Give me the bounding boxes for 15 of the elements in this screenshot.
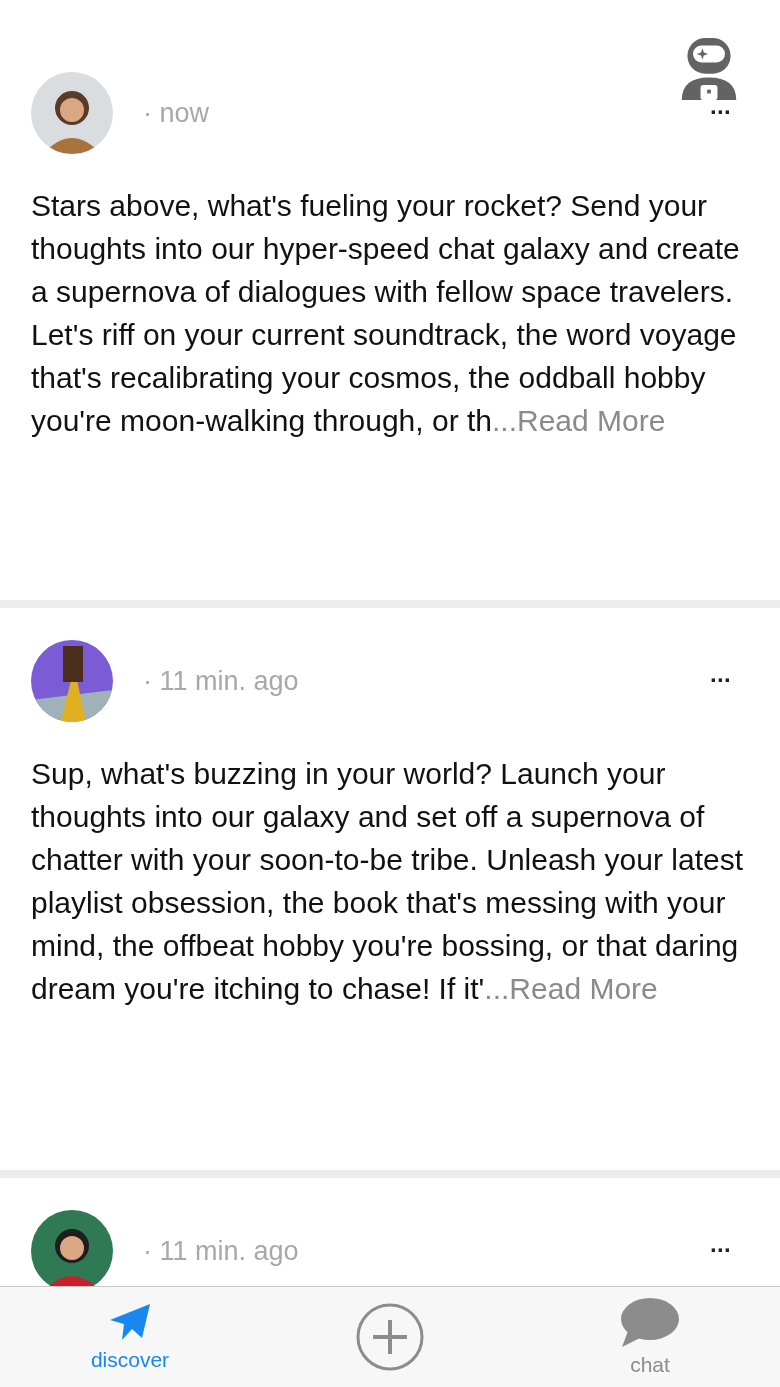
post-time: · 11 min. ago xyxy=(143,665,299,697)
read-more-link[interactable]: ...Read More xyxy=(492,404,666,437)
more-menu[interactable]: ··· xyxy=(710,1238,731,1262)
speech-bubble-icon xyxy=(620,1297,680,1349)
post-time: · 11 min. ago xyxy=(143,1235,299,1267)
more-menu[interactable]: ··· xyxy=(710,668,731,692)
add-button[interactable] xyxy=(355,1302,425,1372)
discover-tab[interactable]: discover xyxy=(90,1302,170,1372)
post-time: · now xyxy=(143,97,210,129)
more-menu[interactable]: ··· xyxy=(710,100,731,124)
post-text: Stars above, what's fueling your rocket? Send your thoughts into our hyper-speed chat galaxy and create a supernova of dialogues with fellow space travelers. Let's riff on your current soundtrack, the word voyage that's recalibrating your cosmos, the oddball hobby you're moon-walking through, or th...Read More xyxy=(31,188,741,439)
read-more-link[interactable]: ...Read More xyxy=(484,972,658,1005)
post-text: Sup, what's buzzing in your world? Launch your thoughts into our galaxy and set off a supernova of chatter with your soon-to-be tribe. Unleash your latest playlist obsession, the book that's messing with your mind, the offbeat hobby you're bossing, or that daring dream you're itching to chase! If it'...Read More xyxy=(31,756,745,1007)
astronaut-icon[interactable] xyxy=(681,38,737,100)
chat-tab[interactable]: chat xyxy=(620,1297,680,1377)
